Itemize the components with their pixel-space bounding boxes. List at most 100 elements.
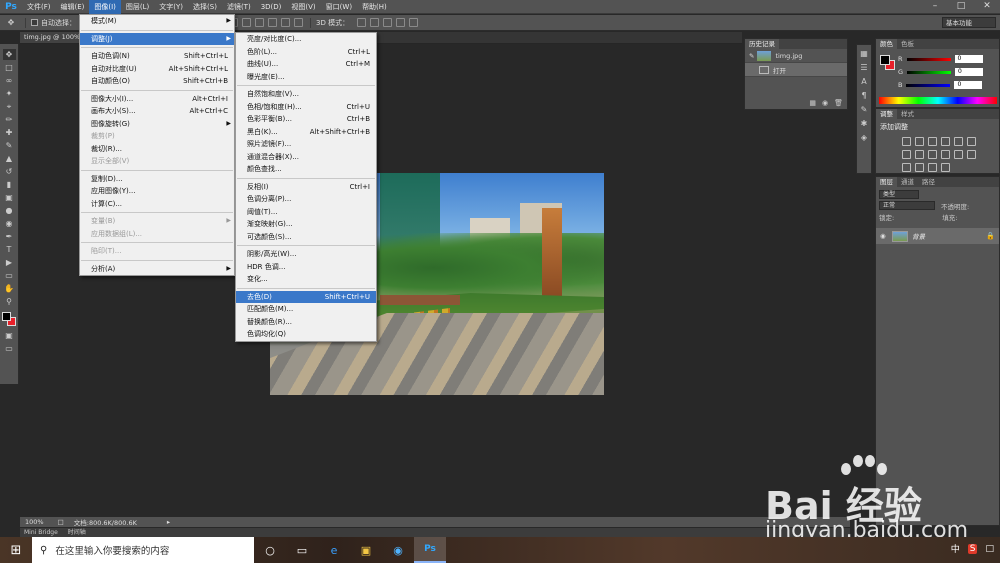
3d-pan-icon[interactable] bbox=[383, 18, 393, 27]
marquee-tool-icon[interactable]: □ bbox=[3, 62, 16, 73]
adjust-menu-item[interactable]: 匹配颜色(M)... bbox=[236, 303, 376, 316]
green-value-input[interactable]: 0 bbox=[955, 68, 984, 76]
menu-7[interactable]: 3D(D) bbox=[256, 0, 287, 14]
adjust-menu-item[interactable]: 阴影/高光(W)... bbox=[236, 248, 376, 261]
adjust-menu-item[interactable]: 曲线(U)... Ctrl+M bbox=[236, 58, 376, 71]
timeline-tab[interactable]: 时间轴 bbox=[68, 529, 86, 536]
image-menu-item[interactable]: 自动颜色(O) Shift+Ctrl+B bbox=[80, 75, 234, 88]
threshold-icon[interactable] bbox=[915, 163, 924, 172]
close-icon[interactable]: ✕ bbox=[974, 0, 1000, 14]
photo-filter-icon[interactable] bbox=[928, 150, 937, 159]
image-menu-item[interactable]: 应用图像(Y)... bbox=[80, 185, 234, 198]
blend-mode-select[interactable]: 正常 bbox=[879, 201, 935, 210]
adjust-menu-item[interactable]: 色彩平衡(B)... Ctrl+B bbox=[236, 113, 376, 126]
distribute-right-icon[interactable] bbox=[281, 18, 290, 27]
crop-tool-icon[interactable]: ⌖ bbox=[3, 101, 16, 112]
posterize-icon[interactable] bbox=[902, 163, 911, 172]
file-explorer-icon[interactable]: ▣ bbox=[350, 537, 382, 563]
history-snapshot-row[interactable]: ✎ timg.jpg bbox=[745, 49, 847, 63]
healing-brush-tool-icon[interactable]: ✚ bbox=[3, 127, 16, 138]
distribute-center-icon[interactable] bbox=[268, 18, 277, 27]
blue-slider[interactable] bbox=[906, 83, 951, 87]
menu-3[interactable]: 图层(L) bbox=[121, 0, 154, 14]
maximize-icon[interactable]: □ bbox=[948, 0, 974, 14]
adjust-menu-item[interactable]: 色调均化(Q) bbox=[236, 328, 376, 341]
panel-foreground-swatch[interactable] bbox=[880, 55, 890, 65]
color-lookup-icon[interactable] bbox=[954, 150, 963, 159]
clone-stamp-tool-icon[interactable]: ▲ bbox=[3, 153, 16, 164]
green-slider[interactable] bbox=[907, 70, 952, 74]
menu-4[interactable]: 文字(Y) bbox=[154, 0, 188, 14]
tab-swatches[interactable]: 色板 bbox=[897, 39, 918, 49]
shape-tool-icon[interactable]: ▭ bbox=[3, 270, 16, 281]
image-menu-item[interactable]: 自动对比度(U) Alt+Shift+Ctrl+L bbox=[80, 63, 234, 76]
ime-indicator[interactable]: 中 bbox=[951, 542, 960, 555]
adjust-menu-item[interactable]: 照片滤镜(F)... bbox=[236, 138, 376, 151]
3d-panel-icon[interactable]: ◈ bbox=[858, 132, 870, 143]
adjust-menu-item[interactable]: 阈值(T)... bbox=[236, 206, 376, 219]
properties-panel-icon[interactable]: ☰ bbox=[858, 62, 870, 73]
black-white-icon[interactable] bbox=[915, 150, 924, 159]
adjust-menu-item[interactable]: 颜色查找... bbox=[236, 163, 376, 176]
image-menu-item[interactable]: 自动色调(N) Shift+Ctrl+L bbox=[80, 50, 234, 63]
gradient-map-icon[interactable] bbox=[941, 163, 950, 172]
image-menu-item[interactable]: 模式(M) ▶ bbox=[80, 15, 234, 28]
tab-history[interactable]: 历史记录 bbox=[745, 39, 779, 49]
image-menu-item[interactable]: 调整(J) ▶ bbox=[80, 32, 234, 45]
channel-mixer-icon[interactable] bbox=[941, 150, 950, 159]
selective-color-icon[interactable] bbox=[928, 163, 937, 172]
tab-paths[interactable]: 路径 bbox=[918, 177, 939, 187]
eye-icon[interactable]: ◉ bbox=[880, 232, 888, 240]
menu-9[interactable]: 窗口(W) bbox=[321, 0, 357, 14]
adjust-menu-item[interactable]: 渐变映射(G)... bbox=[236, 218, 376, 231]
3d-scale-icon[interactable] bbox=[409, 18, 419, 27]
type-tool-icon[interactable]: T bbox=[3, 244, 16, 255]
tab-styles[interactable]: 样式 bbox=[897, 109, 918, 119]
layer-kind-select[interactable]: 类型 bbox=[879, 190, 919, 199]
gradient-tool-icon[interactable]: ▣ bbox=[3, 192, 16, 203]
adjust-menu-item[interactable]: 色相/饱和度(H)... Ctrl+U bbox=[236, 101, 376, 114]
hue-saturation-icon[interactable] bbox=[967, 137, 976, 146]
brush-panel-icon[interactable]: ✱ bbox=[858, 118, 870, 129]
tab-channels[interactable]: 通道 bbox=[897, 177, 918, 187]
color-balance-icon[interactable] bbox=[902, 150, 911, 159]
adjust-menu-item[interactable]: 可选颜色(S)... bbox=[236, 231, 376, 244]
adjust-menu-item[interactable]: 反相(I) Ctrl+I bbox=[236, 181, 376, 194]
quick-mask-icon[interactable]: ▣ bbox=[3, 330, 16, 341]
move-tool-icon[interactable]: ✥ bbox=[2, 49, 16, 60]
sogou-ime-icon[interactable]: S bbox=[967, 543, 978, 554]
distribute-left-icon[interactable] bbox=[255, 18, 264, 27]
dodge-tool-icon[interactable]: ◉ bbox=[3, 218, 16, 229]
document-tab[interactable]: timg.jpg @ 100%(R bbox=[20, 32, 82, 43]
windows-start-icon[interactable]: ⊞ bbox=[0, 537, 32, 563]
taskbar-search-box[interactable]: ⚲ 在这里输入你要搜索的内容 bbox=[32, 537, 254, 563]
paragraph-panel-icon[interactable]: ¶ bbox=[858, 90, 870, 101]
lasso-tool-icon[interactable]: ∞ bbox=[3, 75, 16, 86]
adjust-menu-item[interactable]: 去色(D) Shift+Ctrl+U bbox=[236, 290, 376, 303]
cortana-icon[interactable]: ○ bbox=[254, 537, 286, 563]
history-brush-tool-icon[interactable]: ↺ bbox=[3, 166, 16, 177]
task-view-icon[interactable]: ▭ bbox=[286, 537, 318, 563]
menu-8[interactable]: 视图(V) bbox=[286, 0, 320, 14]
image-menu-item[interactable]: 画布大小(S)... Alt+Ctrl+C bbox=[80, 105, 234, 118]
adjust-menu-item[interactable]: 变化... bbox=[236, 273, 376, 286]
curves-icon[interactable] bbox=[928, 137, 937, 146]
image-menu-item[interactable]: 复制(D)... bbox=[80, 173, 234, 186]
red-slider[interactable] bbox=[906, 57, 951, 61]
trash-icon[interactable]: 🗑 bbox=[834, 99, 843, 107]
character-panel-icon[interactable]: A bbox=[858, 76, 870, 87]
menu-2[interactable]: 图像(I) bbox=[89, 0, 121, 14]
tab-layers[interactable]: 图层 bbox=[876, 177, 897, 187]
quick-select-tool-icon[interactable]: ✦ bbox=[3, 88, 16, 99]
image-menu-item[interactable]: 裁切(R)... bbox=[80, 143, 234, 156]
blur-tool-icon[interactable]: ● bbox=[3, 205, 16, 216]
adjust-menu-item[interactable]: 黑白(K)... Alt+Shift+Ctrl+B bbox=[236, 126, 376, 139]
brush-tool-icon[interactable]: ✎ bbox=[3, 140, 16, 151]
mini-bridge-tab[interactable]: Mini Bridge bbox=[24, 529, 58, 536]
menu-5[interactable]: 选择(S) bbox=[188, 0, 222, 14]
zoom-tool-icon[interactable]: ⚲ bbox=[3, 296, 16, 307]
exposure-icon[interactable] bbox=[941, 137, 950, 146]
adjust-menu-item[interactable]: 曝光度(E)... bbox=[236, 71, 376, 84]
brightness-contrast-icon[interactable] bbox=[902, 137, 911, 146]
internet-explorer-icon[interactable]: ◉ bbox=[382, 537, 414, 563]
